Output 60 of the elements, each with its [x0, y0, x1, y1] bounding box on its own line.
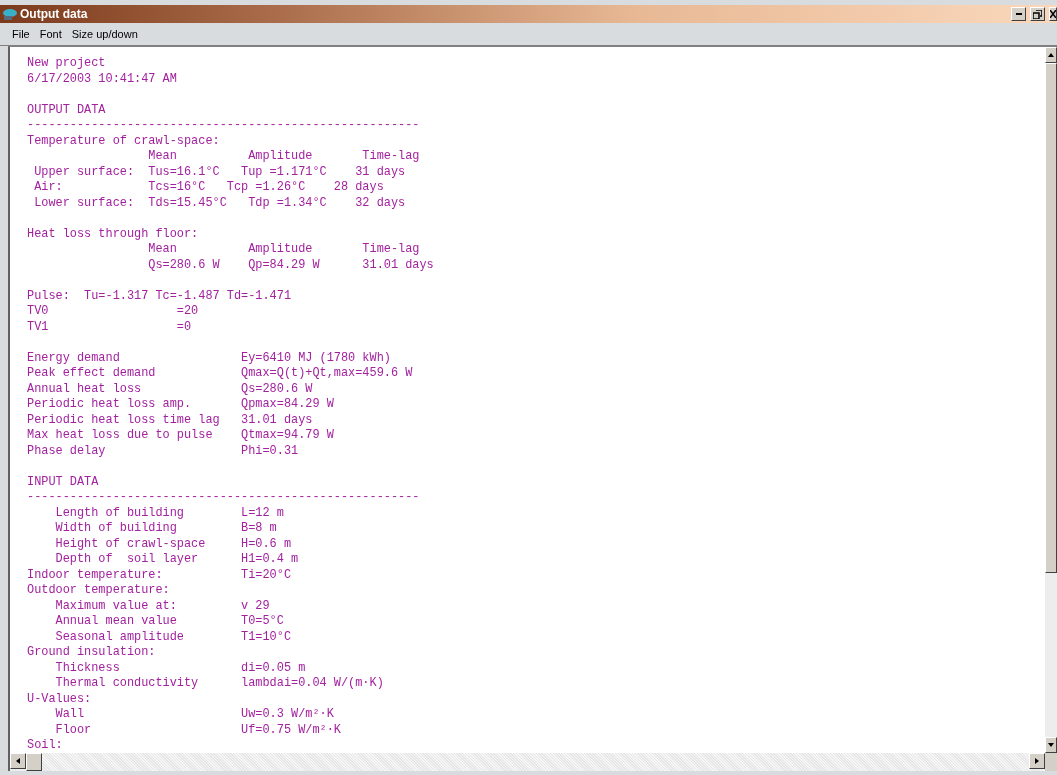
output-line: Thermal conductivity lambdai=0.04 W/(m·K) — [54, 676, 384, 692]
output-line: Floor Uf=0.75 W/m²·K — [54, 722, 341, 738]
output-line: ------------------------------------------------------- — [27, 490, 420, 506]
close-icon — [1050, 10, 1056, 18]
left-triangle-icon — [15, 758, 21, 764]
output-line: 6/17/2003 10:41:47 AM — [27, 71, 177, 87]
output-line: Energy demand Ey=6410 MJ (1780 kWh) — [27, 350, 391, 366]
scroll-down-button[interactable] — [1045, 737, 1057, 753]
output-line: Thickness di=0.05 m — [54, 660, 306, 676]
output-line: Max heat loss due to pulse Qtmax=94.79 W — [27, 428, 334, 444]
output-line: Mean Amplitude Time-lag — [147, 149, 420, 165]
minimize-button[interactable] — [1011, 7, 1026, 21]
output-line: TV0 =20 — [27, 304, 199, 320]
output-line: New project — [27, 56, 106, 72]
output-line: OUTPUT DATA — [27, 102, 106, 118]
output-line: ------------------------------------------------------- — [27, 118, 420, 134]
output-line: Length of building L=12 m — [54, 505, 284, 521]
output-line: Wall Uw=0.3 W/m²·K — [54, 707, 334, 723]
output-line: Air: Tcs=16°C Tcp =1.26°C 28 days — [33, 180, 384, 196]
output-line: Outdoor temperature: — [27, 583, 170, 599]
output-line: TV1 =0 — [27, 319, 192, 335]
output-line: Heat loss through floor: — [27, 226, 199, 242]
output-line: Annual mean value T0=5°C — [54, 614, 284, 630]
output-line: Maximum value at: v 29 — [54, 598, 270, 614]
scrollbar-corner — [1045, 753, 1057, 771]
scroll-right-button[interactable] — [1029, 753, 1045, 769]
output-line: Indoor temperature: Ti=20°C — [27, 567, 291, 583]
minimize-icon — [1015, 13, 1022, 15]
output-line: Height of crawl-space H=0.6 m — [54, 536, 291, 552]
output-line: Width of building B=8 m — [54, 521, 277, 537]
output-line: Periodic heat loss time lag 31.01 days — [27, 412, 313, 428]
down-triangle-icon — [1048, 742, 1054, 748]
close-button[interactable] — [1049, 7, 1057, 21]
output-line: Upper surface: Tus=16.1°C Tup =1.171°C 31 days — [33, 164, 406, 180]
output-line: Ground insulation: — [27, 645, 156, 661]
output-line: Mean Amplitude Time-lag — [147, 242, 420, 258]
output-line: Periodic heat loss amp. Qpmax=84.29 W — [27, 397, 334, 413]
output-line: Temperature of crawl-space: — [27, 133, 220, 149]
output-line: Peak effect demand Qmax=Q(t)+Qt,max=459.6 W — [27, 366, 413, 382]
right-triangle-icon — [1034, 758, 1040, 764]
output-line: Qs=280.6 W Qp=84.29 W 31.01 days — [147, 257, 434, 273]
output-line: Seasonal amplitude T1=10°C — [54, 629, 291, 645]
up-triangle-icon — [1048, 52, 1054, 58]
output-line: INPUT DATA — [27, 474, 99, 490]
output-line: Pulse: Tu=-1.317 Tc=-1.487 Td=-1.471 — [27, 288, 291, 304]
output-line: U-Values: — [27, 691, 92, 707]
output-line: Phase delay Phi=0.31 — [27, 443, 299, 459]
app-icon — [2, 7, 18, 21]
restore-button[interactable] — [1030, 7, 1045, 21]
output-line: Depth of soil layer H1=0.4 m — [54, 552, 299, 568]
output-line: Lower surface: Tds=15.45°C Tdp =1.34°C 32 days — [33, 195, 406, 211]
window-title: Output data — [20, 7, 89, 21]
restore-icon — [1033, 9, 1042, 19]
menu-item[interactable]: Font — [39, 28, 62, 40]
menu-item[interactable]: File — [12, 28, 30, 40]
menu-item[interactable]: Size up/down — [71, 28, 138, 40]
output-line: Soil: — [27, 738, 63, 753]
scroll-up-button[interactable] — [1045, 47, 1057, 63]
output-line: Annual heat loss Qs=280.6 W — [27, 381, 313, 397]
scroll-left-button[interactable] — [10, 753, 26, 769]
